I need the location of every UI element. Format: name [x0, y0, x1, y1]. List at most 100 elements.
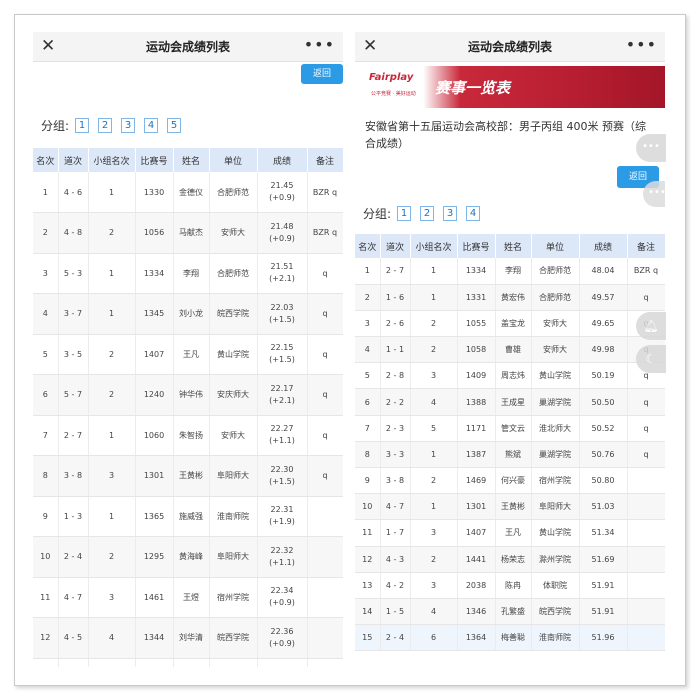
side-moon-icon[interactable]: ☾	[636, 345, 666, 373]
cell-bib: 1171	[457, 415, 496, 442]
cell-remark: q	[307, 293, 343, 335]
close-icon[interactable]: ✕	[41, 36, 55, 56]
cell-bib: 1295	[135, 536, 174, 578]
cell-bib: 1469	[457, 467, 496, 495]
cell-result: 22.31 (+1.9)	[257, 496, 308, 537]
result-time: 22.32	[270, 545, 294, 555]
cell-rank: 9	[33, 496, 59, 537]
result-time: 22.15	[270, 343, 294, 353]
cell-remark	[307, 496, 343, 537]
group-tab-2[interactable]: 2	[98, 117, 113, 133]
side-more-button[interactable]: •••	[636, 134, 666, 162]
table-header-row: 名次 道次 小组名次 比赛号 姓名 单位 成绩 备注	[355, 234, 665, 258]
fairplay-logo-subtitle: 公平竞赛 · 美好运动	[371, 91, 416, 97]
cell-rank: 7	[355, 415, 381, 442]
more-icon[interactable]: •••	[304, 35, 335, 54]
cell-name: 黄海峰	[173, 536, 210, 578]
group-tab-4[interactable]: 4	[144, 117, 159, 133]
cell-unit	[209, 658, 258, 667]
group-tab-3[interactable]: 3	[443, 205, 458, 221]
group-tab-1[interactable]: 1	[397, 205, 412, 221]
cell-unit: 皖西学院	[531, 598, 580, 626]
cell-unit: 黄山学院	[209, 334, 258, 375]
header-lane: 道次	[380, 234, 411, 258]
cell-unit: 体职院	[531, 572, 580, 599]
cell-heat-rank: 6	[410, 624, 458, 652]
wind-speed: (+0.9)	[269, 233, 295, 243]
result-time: 22.17	[270, 383, 294, 393]
group-tab-3[interactable]: 3	[121, 117, 136, 133]
cell-result: 50.19	[579, 362, 628, 390]
cell-heat-rank: 4	[410, 598, 458, 626]
cell-bib: 1407	[457, 519, 496, 547]
table-row: 12 - 7 1 1334 李翔 合肥师范 48.04 BZR q	[355, 258, 665, 285]
wind-speed: (+1.9)	[269, 517, 295, 527]
cell-bib: 1344	[135, 617, 174, 659]
more-icon[interactable]: •••	[626, 35, 657, 54]
table-row: 10 4 - 7 1 1301 王黄彬 阜阳师大 51.03	[355, 493, 665, 521]
cell-lane: 4 - 8	[58, 212, 89, 254]
side-bell-icon[interactable]: 🔔︎	[636, 312, 666, 340]
cell-rank: 6	[355, 388, 381, 416]
cell-rank: 11	[355, 519, 381, 547]
cell-unit: 安庆师大	[209, 374, 258, 416]
cell-bib: 1055	[457, 310, 496, 338]
header-unit: 单位	[531, 234, 580, 258]
cell-result: 51.34	[579, 519, 628, 547]
cell-result: 51.91	[579, 572, 628, 599]
cell-name: 刘华清	[173, 617, 210, 659]
cell-name: 王成星	[495, 388, 532, 416]
cell-remark	[307, 536, 343, 578]
cell-heat-rank: 3	[410, 572, 458, 599]
cell-result: 22.36 (+0.9)	[257, 617, 308, 659]
page-title: 运动会成绩列表	[145, 40, 230, 54]
left-title-bar: ✕ 运动会成绩列表 •••	[33, 32, 343, 62]
cell-bib: 1365	[135, 496, 174, 537]
cell-lane: 3 - 7	[58, 293, 89, 335]
cell-lane: 3 - 8	[380, 467, 411, 495]
cell-rank: 8	[33, 455, 59, 497]
cell-unit: 合肥师范	[209, 253, 258, 294]
cell-unit: 巢湖学院	[531, 441, 580, 469]
cell-lane: 4 - 2	[380, 572, 411, 599]
cell-lane: 2 - 7	[380, 258, 411, 285]
side-more-icon[interactable]: •••	[643, 181, 665, 208]
cell-heat-rank: 5	[410, 415, 458, 442]
cell-rank: 10	[355, 493, 381, 521]
header-unit: 单位	[209, 148, 258, 172]
cell-lane: 2 - 2	[380, 388, 411, 416]
cell-unit: 巢湖学院	[531, 388, 580, 416]
cell-unit: 淮南师院	[209, 496, 258, 537]
table-row: 72 - 7 1 1060 朱智扬 安师大 22.27 (+1.1) q	[33, 415, 343, 456]
cell-remark: q	[627, 388, 665, 416]
cell-lane: 3 - 8	[58, 455, 89, 497]
cell-name: 王凡	[495, 519, 532, 547]
cell-rank: 4	[355, 336, 381, 364]
cell-rank: 7	[33, 415, 59, 456]
cell-result: 21.48 (+0.9)	[257, 212, 308, 254]
cell-rank: 3	[33, 253, 59, 294]
cell-unit: 淮北师大	[531, 415, 580, 442]
cell-result: 22.30 (+1.5)	[257, 455, 308, 497]
header-remark: 备注	[627, 234, 665, 258]
cell-rank: 6	[33, 374, 59, 416]
cell-lane: 1 - 1	[380, 336, 411, 364]
group-tab-4[interactable]: 4	[466, 205, 481, 221]
cell-bib: 1240	[135, 374, 174, 416]
cell-bib: 2038	[457, 572, 496, 599]
group-tab-2[interactable]: 2	[420, 205, 435, 221]
group-tab-5[interactable]: 5	[167, 117, 182, 133]
cell-bib: 1330	[135, 172, 174, 213]
cell-heat-rank: 2	[410, 546, 458, 573]
cell-name: 朱智扬	[173, 415, 210, 456]
back-button[interactable]: 返回	[301, 64, 343, 84]
table-row: 62 - 2 4 1388 王成星 巢湖学院 50.50 q	[355, 388, 665, 416]
group-tab-1[interactable]: 1	[75, 117, 90, 133]
close-icon[interactable]: ✕	[363, 36, 377, 56]
table-row: 53 - 5 2 1407 王凡 黄山学院 22.15 (+1.5) q	[33, 334, 343, 375]
cell-heat-rank: 4	[410, 388, 458, 416]
cell-remark: BZR q	[627, 258, 665, 285]
cell-rank: 9	[355, 467, 381, 495]
wind-speed: (+1.1)	[269, 436, 295, 446]
cell-remark: q	[307, 253, 343, 294]
